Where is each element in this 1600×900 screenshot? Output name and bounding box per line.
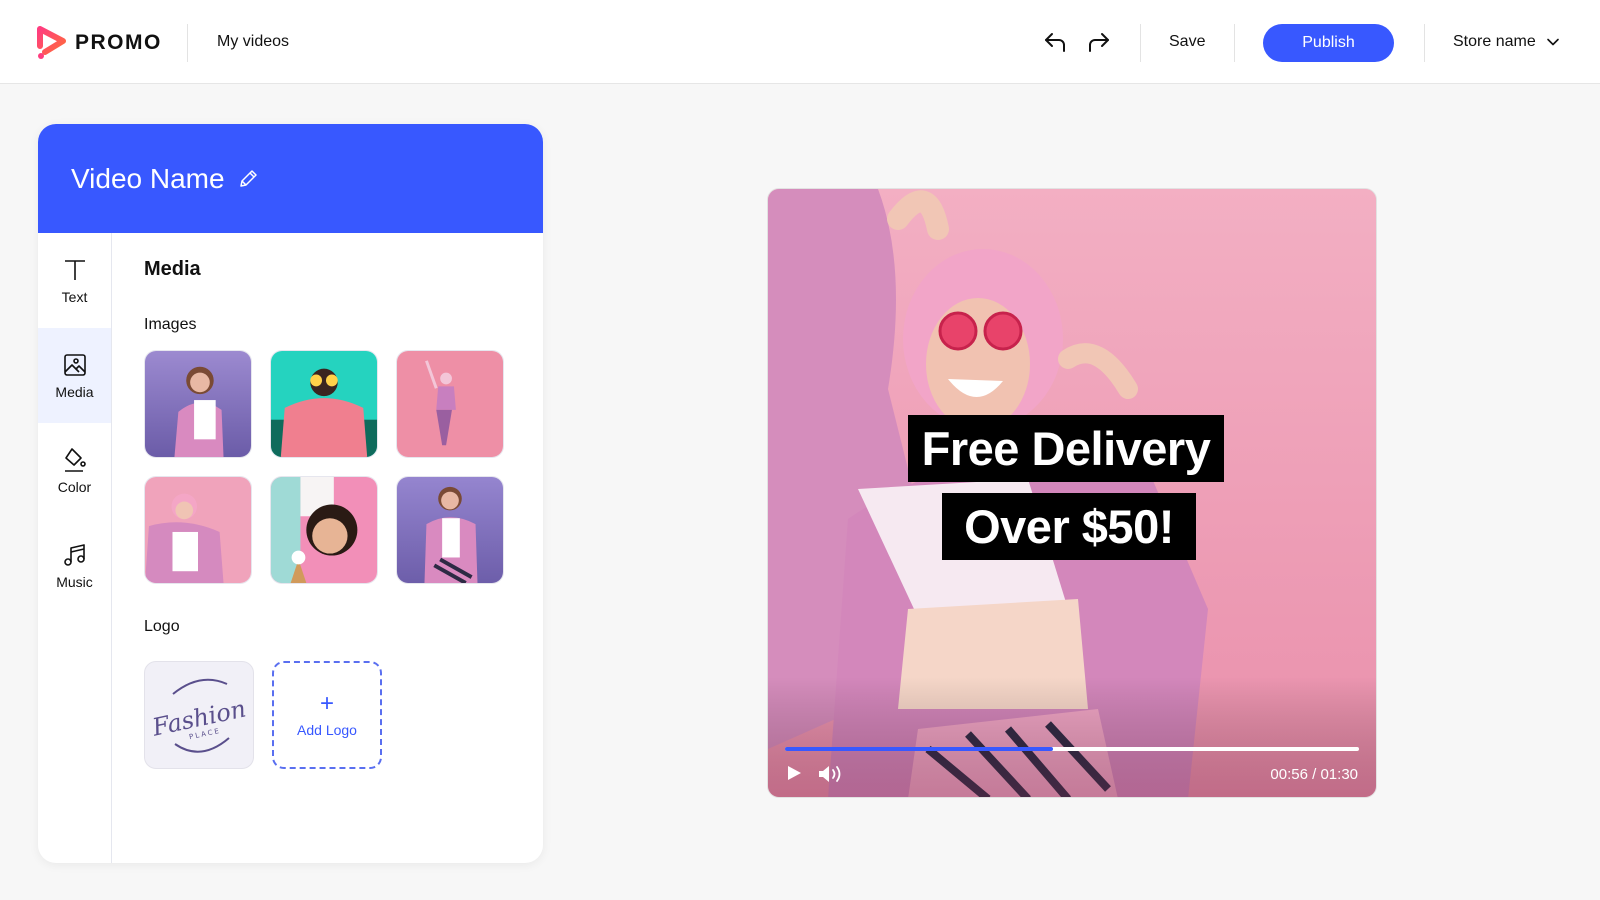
promo-logo-icon [37, 26, 66, 59]
image-icon [63, 353, 86, 376]
rail-item-color[interactable]: Color [38, 423, 111, 518]
brand-logo[interactable]: PROMO [37, 26, 162, 60]
images-label: Images [144, 316, 197, 333]
rail-item-text[interactable]: Text [38, 233, 111, 328]
logo-thumbnail[interactable]: Fashion PLACE [144, 661, 254, 769]
video-preview[interactable]: Free Delivery Over $50! 00:56 / 01:30 [767, 188, 1377, 798]
brand-name: PROMO [75, 31, 162, 54]
editor-panel: Video Name Text Media Color Music Media … [38, 124, 543, 863]
content-title: Media [144, 258, 201, 280]
undo-icon [1045, 33, 1065, 52]
divider [1234, 24, 1235, 62]
rail-label: Media [55, 383, 94, 400]
add-logo-label: Add Logo [297, 722, 357, 738]
logo-label: Logo [144, 618, 180, 635]
time-display: 00:56 / 01:30 [1270, 766, 1358, 783]
undo-button[interactable] [1042, 28, 1070, 56]
rail-label: Color [57, 478, 92, 495]
image-thumbnail[interactable] [396, 350, 504, 458]
plus-icon: + [319, 690, 334, 717]
rail-label: Music [56, 573, 93, 590]
overlay-text-line-1[interactable]: Free Delivery [908, 415, 1224, 482]
fashion-place-logo: Fashion PLACE [149, 678, 248, 753]
volume-icon[interactable] [817, 764, 845, 784]
divider [1424, 24, 1425, 62]
image-thumbnail[interactable] [270, 476, 378, 584]
image-thumbnail[interactable] [144, 350, 252, 458]
tool-rail: Text Media Color Music [38, 233, 112, 863]
image-thumbnail[interactable] [144, 476, 252, 584]
image-thumbnail-1 [145, 351, 251, 457]
image-thumbnail-2 [271, 351, 377, 457]
add-logo-button[interactable]: + Add Logo [272, 661, 382, 769]
image-thumbnail[interactable] [396, 476, 504, 584]
image-thumbnail-3 [397, 351, 503, 457]
rail-item-media[interactable]: Media [38, 328, 111, 423]
divider [1140, 24, 1141, 62]
redo-icon [1089, 33, 1109, 52]
progress-bar[interactable] [785, 747, 1359, 751]
overlay-text-line-2[interactable]: Over $50! [942, 493, 1196, 560]
image-thumbnail[interactable] [270, 350, 378, 458]
rail-label: Text [61, 288, 88, 305]
paint-bucket-icon [64, 447, 86, 472]
image-thumbnail-5 [271, 477, 377, 583]
divider [187, 24, 188, 62]
music-note-icon [63, 543, 85, 566]
media-content: Media Images Logo Fashion PLACE + Add Lo… [144, 233, 543, 863]
panel-header: Video Name [38, 124, 543, 233]
progress-fill [785, 747, 1053, 751]
store-name: Store name [1453, 33, 1536, 50]
video-name-title[interactable]: Video Name [71, 163, 225, 195]
text-icon [64, 259, 85, 280]
play-icon[interactable] [785, 764, 803, 782]
store-selector[interactable]: Store name [1453, 33, 1560, 51]
save-button[interactable]: Save [1169, 33, 1205, 51]
my-videos-link[interactable]: My videos [217, 33, 289, 51]
image-thumbnail-4 [145, 477, 251, 583]
publish-button[interactable]: Publish [1263, 24, 1394, 62]
rail-item-music[interactable]: Music [38, 518, 111, 613]
chevron-down-icon [1546, 38, 1559, 46]
top-bar: PROMO My videos Save Publish Store name [0, 0, 1600, 84]
redo-button[interactable] [1084, 28, 1112, 56]
pencil-icon[interactable] [237, 168, 259, 190]
image-thumbnail-6 [397, 477, 503, 583]
